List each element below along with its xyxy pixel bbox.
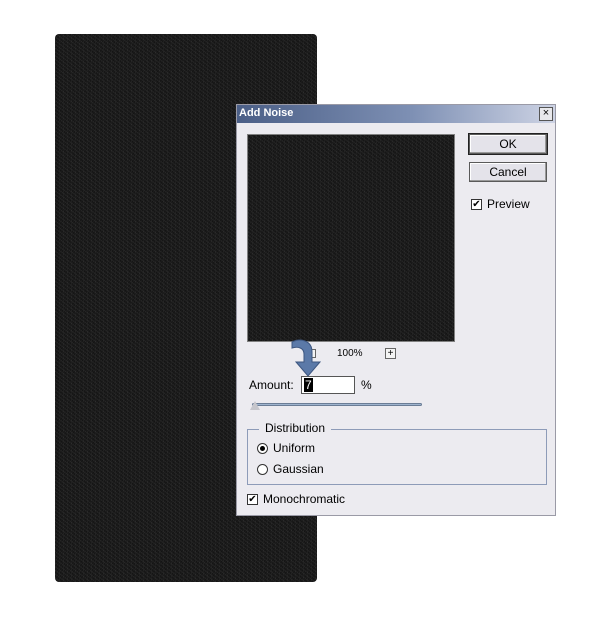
zoom-level: 100% xyxy=(337,348,363,359)
monochromatic-label: Monochromatic xyxy=(263,492,346,506)
distribution-group xyxy=(247,429,547,485)
zoom-in-icon[interactable]: + xyxy=(385,348,396,359)
preview-label: Preview xyxy=(487,197,530,211)
add-noise-dialog: Add Noise × 100% + OK Cancel ✔ Preview A… xyxy=(236,104,556,516)
cancel-button[interactable]: Cancel xyxy=(469,162,547,182)
dialog-titlebar[interactable]: Add Noise × xyxy=(237,105,555,123)
ok-button[interactable]: OK xyxy=(468,133,548,155)
amount-label: Amount: xyxy=(249,378,294,392)
curved-arrow-icon xyxy=(291,339,322,377)
preview-checkbox[interactable]: ✔ xyxy=(471,199,482,210)
amount-slider-track[interactable] xyxy=(252,403,422,406)
distribution-legend: Distribution xyxy=(259,421,332,435)
uniform-label: Uniform xyxy=(273,441,316,455)
gaussian-radio[interactable] xyxy=(257,464,268,475)
gaussian-label: Gaussian xyxy=(273,462,324,476)
amount-value: 7 xyxy=(304,378,313,392)
uniform-radio[interactable] xyxy=(257,443,268,454)
amount-slider-thumb[interactable] xyxy=(249,401,260,410)
dialog-title: Add Noise xyxy=(239,107,294,119)
amount-unit: % xyxy=(361,378,372,392)
close-button[interactable]: × xyxy=(539,107,553,121)
preview-image[interactable] xyxy=(247,134,455,342)
monochromatic-checkbox[interactable]: ✔ xyxy=(247,494,258,505)
